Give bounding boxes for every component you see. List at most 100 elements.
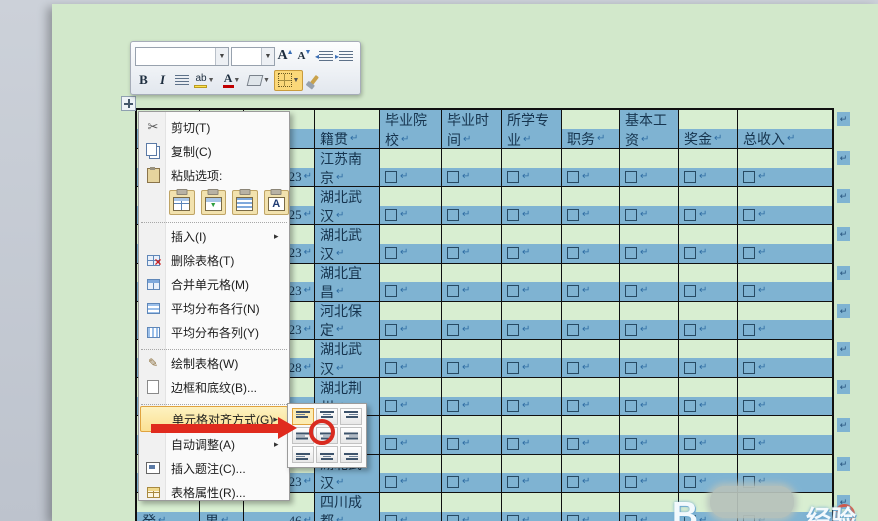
cell-position[interactable]: ↵ xyxy=(562,378,620,417)
checkbox-placeholder[interactable] xyxy=(567,361,579,374)
checkbox-placeholder[interactable] xyxy=(507,209,519,222)
font-size-combo[interactable]: ▼ xyxy=(231,46,275,66)
font-name-combo[interactable]: ▼ xyxy=(135,46,229,66)
cell-total_income[interactable]: ↵ xyxy=(738,149,832,188)
align-bottom-center-button[interactable] xyxy=(316,446,338,463)
cell-base_salary[interactable]: ↵ xyxy=(620,263,679,302)
paste-option-insert-as-new-rows-button[interactable] xyxy=(200,188,226,215)
checkbox-placeholder[interactable] xyxy=(385,476,397,489)
checkbox-placeholder[interactable] xyxy=(507,399,519,412)
cell-bonus[interactable]: ↵ xyxy=(679,301,738,340)
checkbox-placeholder[interactable] xyxy=(447,515,459,521)
cell-grad_time[interactable]: 毕业时间 ↵ xyxy=(442,110,502,149)
cell-school[interactable]: ↵ xyxy=(380,149,442,188)
checkbox-placeholder[interactable] xyxy=(684,285,696,298)
cell-hometown[interactable]: 江苏南京 ↵ xyxy=(315,149,380,188)
checkbox-placeholder[interactable] xyxy=(625,209,637,222)
increase-indent-button[interactable]: ▸ xyxy=(335,47,354,66)
cell-bonus[interactable]: ↵ xyxy=(679,378,738,417)
cell-major[interactable]: ↵ xyxy=(502,263,562,302)
cell-base_salary[interactable]: ↵ xyxy=(620,339,679,379)
checkbox-placeholder[interactable] xyxy=(567,209,579,222)
checkbox-placeholder[interactable] xyxy=(385,285,397,298)
cell-position[interactable]: ↵ xyxy=(562,149,620,188)
cell-base_salary[interactable]: ↵ xyxy=(620,301,679,340)
menu-item-insert[interactable]: 插入(I) ▸ xyxy=(140,224,288,248)
checkbox-placeholder[interactable] xyxy=(684,247,696,260)
cell-base_salary[interactable]: ↵ xyxy=(620,416,679,455)
paste-option-merge-table-button[interactable] xyxy=(232,188,258,215)
menu-item-distribute-columns[interactable]: 平均分布各列(Y) xyxy=(140,320,288,344)
cell-major[interactable]: ↵ xyxy=(502,301,562,340)
checkbox-placeholder[interactable] xyxy=(684,170,696,183)
cell-hometown[interactable]: 湖北武汉↵ xyxy=(315,225,380,264)
checkbox-placeholder[interactable] xyxy=(743,247,755,260)
checkbox-placeholder[interactable] xyxy=(567,247,579,260)
checkbox-placeholder[interactable] xyxy=(385,247,397,260)
cell-total_income[interactable]: ↵ xyxy=(738,225,832,264)
cell-base_salary[interactable]: ↵ xyxy=(620,492,679,521)
cell-major[interactable]: 所学专业 ↵ xyxy=(502,110,562,149)
checkbox-placeholder[interactable] xyxy=(743,323,755,336)
checkbox-placeholder[interactable] xyxy=(507,438,519,451)
checkbox-placeholder[interactable] xyxy=(567,438,579,451)
highlight-button[interactable]: ab ▼ xyxy=(192,71,218,90)
cell-base_salary[interactable]: ↵ xyxy=(620,378,679,417)
checkbox-placeholder[interactable] xyxy=(625,361,637,374)
align-top-right-button[interactable] xyxy=(340,408,362,425)
checkbox-placeholder[interactable] xyxy=(743,361,755,374)
align-bottom-left-button[interactable] xyxy=(292,446,314,463)
cell-total_income[interactable]: ↵ xyxy=(738,301,832,340)
checkbox-placeholder[interactable] xyxy=(507,285,519,298)
cell-bonus[interactable]: ↵ xyxy=(679,149,738,188)
checkbox-placeholder[interactable] xyxy=(385,361,397,374)
cell-bonus[interactable]: ↵ xyxy=(679,416,738,455)
cell-grad_time[interactable]: ↵ xyxy=(442,492,502,521)
cell-hometown[interactable]: 湖北武汉↵ xyxy=(315,187,380,226)
checkbox-placeholder[interactable] xyxy=(507,515,519,521)
cell-school[interactable]: ↵ xyxy=(380,416,442,455)
cell-position[interactable]: ↵ xyxy=(562,339,620,379)
table-move-handle-icon[interactable] xyxy=(121,96,136,111)
cell-major[interactable]: ↵ xyxy=(502,454,562,493)
checkbox-placeholder[interactable] xyxy=(447,399,459,412)
checkbox-placeholder[interactable] xyxy=(447,285,459,298)
checkbox-placeholder[interactable] xyxy=(743,170,755,183)
checkbox-placeholder[interactable] xyxy=(684,476,696,489)
cell-base_salary[interactable]: ↵ xyxy=(620,225,679,264)
cell-school[interactable]: ↵ xyxy=(380,187,442,226)
cell-grad_time[interactable]: ↵ xyxy=(442,301,502,340)
cell-major[interactable]: ↵ xyxy=(502,225,562,264)
cell-major[interactable]: ↵ xyxy=(502,378,562,417)
checkbox-placeholder[interactable] xyxy=(625,399,637,412)
checkbox-placeholder[interactable] xyxy=(743,209,755,222)
cell-bonus[interactable]: ↵ xyxy=(679,339,738,379)
menu-item-insert-caption[interactable]: 插入题注(C)... xyxy=(140,456,288,480)
cell-bonus[interactable]: 奖金 ↵ xyxy=(679,110,738,149)
checkbox-placeholder[interactable] xyxy=(684,399,696,412)
cell-position[interactable]: ↵ xyxy=(562,225,620,264)
checkbox-placeholder[interactable] xyxy=(625,285,637,298)
checkbox-placeholder[interactable] xyxy=(684,323,696,336)
menu-item-draw-table[interactable]: 绘制表格(W) xyxy=(140,351,288,375)
center-align-button[interactable] xyxy=(173,71,190,90)
cell-base_salary[interactable]: ↵ xyxy=(620,454,679,493)
cell-total_income[interactable]: ↵ xyxy=(738,187,832,226)
cell-position[interactable]: ↵ xyxy=(562,492,620,521)
checkbox-placeholder[interactable] xyxy=(507,247,519,260)
cell-school[interactable]: 毕业院校 ↵ xyxy=(380,110,442,149)
checkbox-placeholder[interactable] xyxy=(684,209,696,222)
menu-item-delete-table[interactable]: 删除表格(T) xyxy=(140,248,288,272)
checkbox-placeholder[interactable] xyxy=(684,438,696,451)
checkbox-placeholder[interactable] xyxy=(385,515,397,521)
checkbox-placeholder[interactable] xyxy=(507,476,519,489)
checkbox-placeholder[interactable] xyxy=(743,399,755,412)
grow-font-button[interactable]: A ▲ xyxy=(277,47,294,66)
cell-major[interactable]: ↵ xyxy=(502,149,562,188)
checkbox-placeholder[interactable] xyxy=(743,285,755,298)
menu-item-borders-shading[interactable]: 边框和底纹(B)... xyxy=(140,375,288,399)
cell-total_income[interactable]: ↵ xyxy=(738,416,832,455)
checkbox-placeholder[interactable] xyxy=(447,361,459,374)
cell-major[interactable]: ↵ xyxy=(502,492,562,521)
cell-school[interactable]: ↵ xyxy=(380,454,442,493)
